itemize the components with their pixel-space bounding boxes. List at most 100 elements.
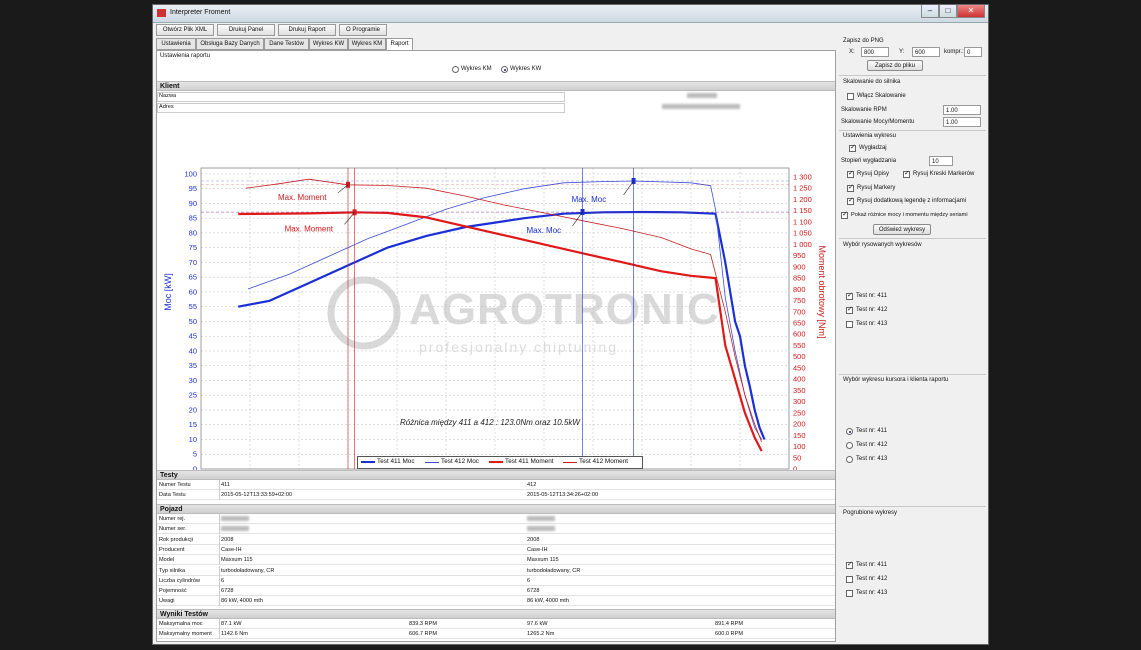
client-test-411-radio[interactable] <box>846 428 853 435</box>
legend-swatch <box>361 461 375 463</box>
y-tick-label: 30 <box>189 376 197 385</box>
scaling-enable-label: Włącz Skalowanie <box>857 93 906 99</box>
y2-tick-label: 500 <box>793 352 806 361</box>
y-input[interactable]: 600 <box>912 47 940 57</box>
scaling-power-label: Skalowanie Mocy/Momentu <box>841 119 915 125</box>
refresh-button[interactable]: Odśwież wykresy <box>873 224 931 235</box>
legend-swatch <box>425 462 439 463</box>
table-row: Typ silnika turbodoładowany, CR turbodoład… <box>157 565 835 576</box>
row-value: 600.0 RPM <box>715 631 743 638</box>
y2-tick-label: 1 100 <box>793 217 812 226</box>
smooth-degree-input[interactable]: 10 <box>929 156 953 166</box>
y2-tick-label: 850 <box>793 274 806 283</box>
client-select-header: Wybór wykresu kursora i klienta raportu <box>843 377 949 383</box>
bold-test-412-checkbox[interactable] <box>846 576 853 583</box>
client-test-label: Test nr: 412 <box>856 442 888 448</box>
row-value: turbodoładowany, CR <box>221 567 275 574</box>
row-label: Typ silnika <box>159 565 220 576</box>
y-tick-label: 45 <box>189 332 197 341</box>
row-value <box>221 524 249 534</box>
y-tick-label: 75 <box>189 243 197 252</box>
scaling-header: Skalowanie do silnika <box>843 79 901 85</box>
y-tick-label: 35 <box>189 361 197 370</box>
smooth-checkbox[interactable] <box>849 143 856 152</box>
print-panel-button[interactable]: Drukuj Panel <box>217 24 275 36</box>
y2-tick-label: 600 <box>793 330 806 339</box>
y2-tick-label: 700 <box>793 307 806 316</box>
show-diff-label: Pokaż różnice mocy i momentu między seri… <box>851 212 968 218</box>
redacted-value <box>221 526 249 532</box>
select-test-label: Test nr: 413 <box>856 321 888 327</box>
draw-marker-lines-label: Rysuj Kreski Markerów <box>913 171 975 177</box>
draw-extra-legend-checkbox[interactable] <box>847 196 854 205</box>
tab-settings[interactable]: Ustawienia <box>156 38 196 50</box>
draw-markers-checkbox[interactable] <box>847 183 854 192</box>
bold-test-413-checkbox[interactable] <box>846 590 853 597</box>
table-row: Producent Case-IH Case-IH <box>157 544 835 555</box>
draw-extra-legend-label: Rysuj dodatkową legendę z informacjami <box>857 198 967 204</box>
scaling-power-input[interactable]: 1.00 <box>943 117 981 127</box>
maximize-button[interactable]: □ <box>939 5 957 18</box>
row-label: Pojemność <box>159 586 220 597</box>
unit-km-radio[interactable] <box>452 66 459 73</box>
draw-descriptions-checkbox[interactable] <box>847 169 854 178</box>
tab-chart-kw[interactable]: Wykres KW <box>309 38 348 50</box>
row-value: turbodoładowany, CR <box>527 567 581 574</box>
y2-tick-label: 1 200 <box>793 195 812 204</box>
x-input[interactable]: 800 <box>861 47 889 57</box>
scaling-enable-checkbox[interactable] <box>847 93 854 100</box>
y2-tick-label: 300 <box>793 397 806 406</box>
bold-test-411-checkbox[interactable] <box>846 560 853 569</box>
row-value: 2008 <box>527 536 540 543</box>
window-title: Interpreter Froment <box>170 9 231 16</box>
bold-test-label: Test nr: 412 <box>856 576 888 582</box>
legend-entry: Test 412 Moment <box>579 458 629 465</box>
y-tick-label: 50 <box>189 317 197 326</box>
watermark-gear-icon <box>327 276 401 350</box>
kompr-input[interactable]: 0 <box>964 47 982 57</box>
table-row: Maksymalny moment 1142.6 Nm 606.7 RPM 1265.… <box>157 629 835 640</box>
y2-tick-label: 50 <box>793 453 801 462</box>
app-icon <box>157 9 166 17</box>
unit-kw-radio[interactable] <box>501 66 508 73</box>
open-xml-button[interactable]: Otwórz Plik XML <box>156 24 214 36</box>
row-value: 411 <box>221 482 230 488</box>
client-header: Klient <box>157 81 835 91</box>
results-header: Wyniki Testów <box>157 609 835 619</box>
client-test-413-radio[interactable] <box>846 456 853 463</box>
y-tick-label: 25 <box>189 391 197 400</box>
client-test-412-radio[interactable] <box>846 442 853 449</box>
close-button[interactable]: ✕ <box>957 5 985 18</box>
save-file-button[interactable]: Zapisz do pliku <box>867 60 923 71</box>
kompr-label: kompr.: <box>944 49 964 55</box>
minimize-button[interactable]: – <box>921 5 939 18</box>
y2-tick-label: 1 300 <box>793 172 812 181</box>
y-tick-label: 60 <box>189 287 197 296</box>
tab-database[interactable]: Obsługa Bazy Danych <box>196 38 264 50</box>
tab-test-data[interactable]: Dane Testów <box>264 38 309 50</box>
table-row: Numer Testu 411 412 <box>157 480 835 490</box>
table-row: Liczba cylindrów 6 6 <box>157 575 835 586</box>
scaling-rpm-input[interactable]: 1.00 <box>943 105 981 115</box>
about-button[interactable]: O Programie <box>339 24 387 36</box>
chart-legend: Test 411 Moc Test 412 Moc Test 411 Momen… <box>357 456 643 469</box>
y-tick-label: 5 <box>193 450 197 459</box>
print-report-button[interactable]: Drukuj Raport <box>278 24 336 36</box>
y2-tick-label: 450 <box>793 363 806 372</box>
select-test-413-checkbox[interactable] <box>846 321 853 328</box>
y-tick-label: 65 <box>189 273 197 282</box>
row-label: Data Testu <box>159 490 220 501</box>
select-test-411-checkbox[interactable] <box>846 291 853 300</box>
draw-marker-lines-checkbox[interactable] <box>903 169 910 178</box>
select-header: Wybór rysowanych wykresów <box>843 242 922 248</box>
watermark-subtitle: profesjonalny chiptuning <box>419 339 618 355</box>
y-tick-label: 40 <box>189 346 197 355</box>
show-diff-checkbox[interactable] <box>841 210 848 219</box>
row-label: Numer ser. <box>159 524 220 535</box>
divider <box>839 75 986 76</box>
y-tick-label: 90 <box>189 199 197 208</box>
y2-tick-label: 1 250 <box>793 184 812 193</box>
client-test-label: Test nr: 413 <box>856 456 888 462</box>
tab-chart-km[interactable]: Wykres KM <box>348 38 386 50</box>
select-test-412-checkbox[interactable] <box>846 305 853 314</box>
